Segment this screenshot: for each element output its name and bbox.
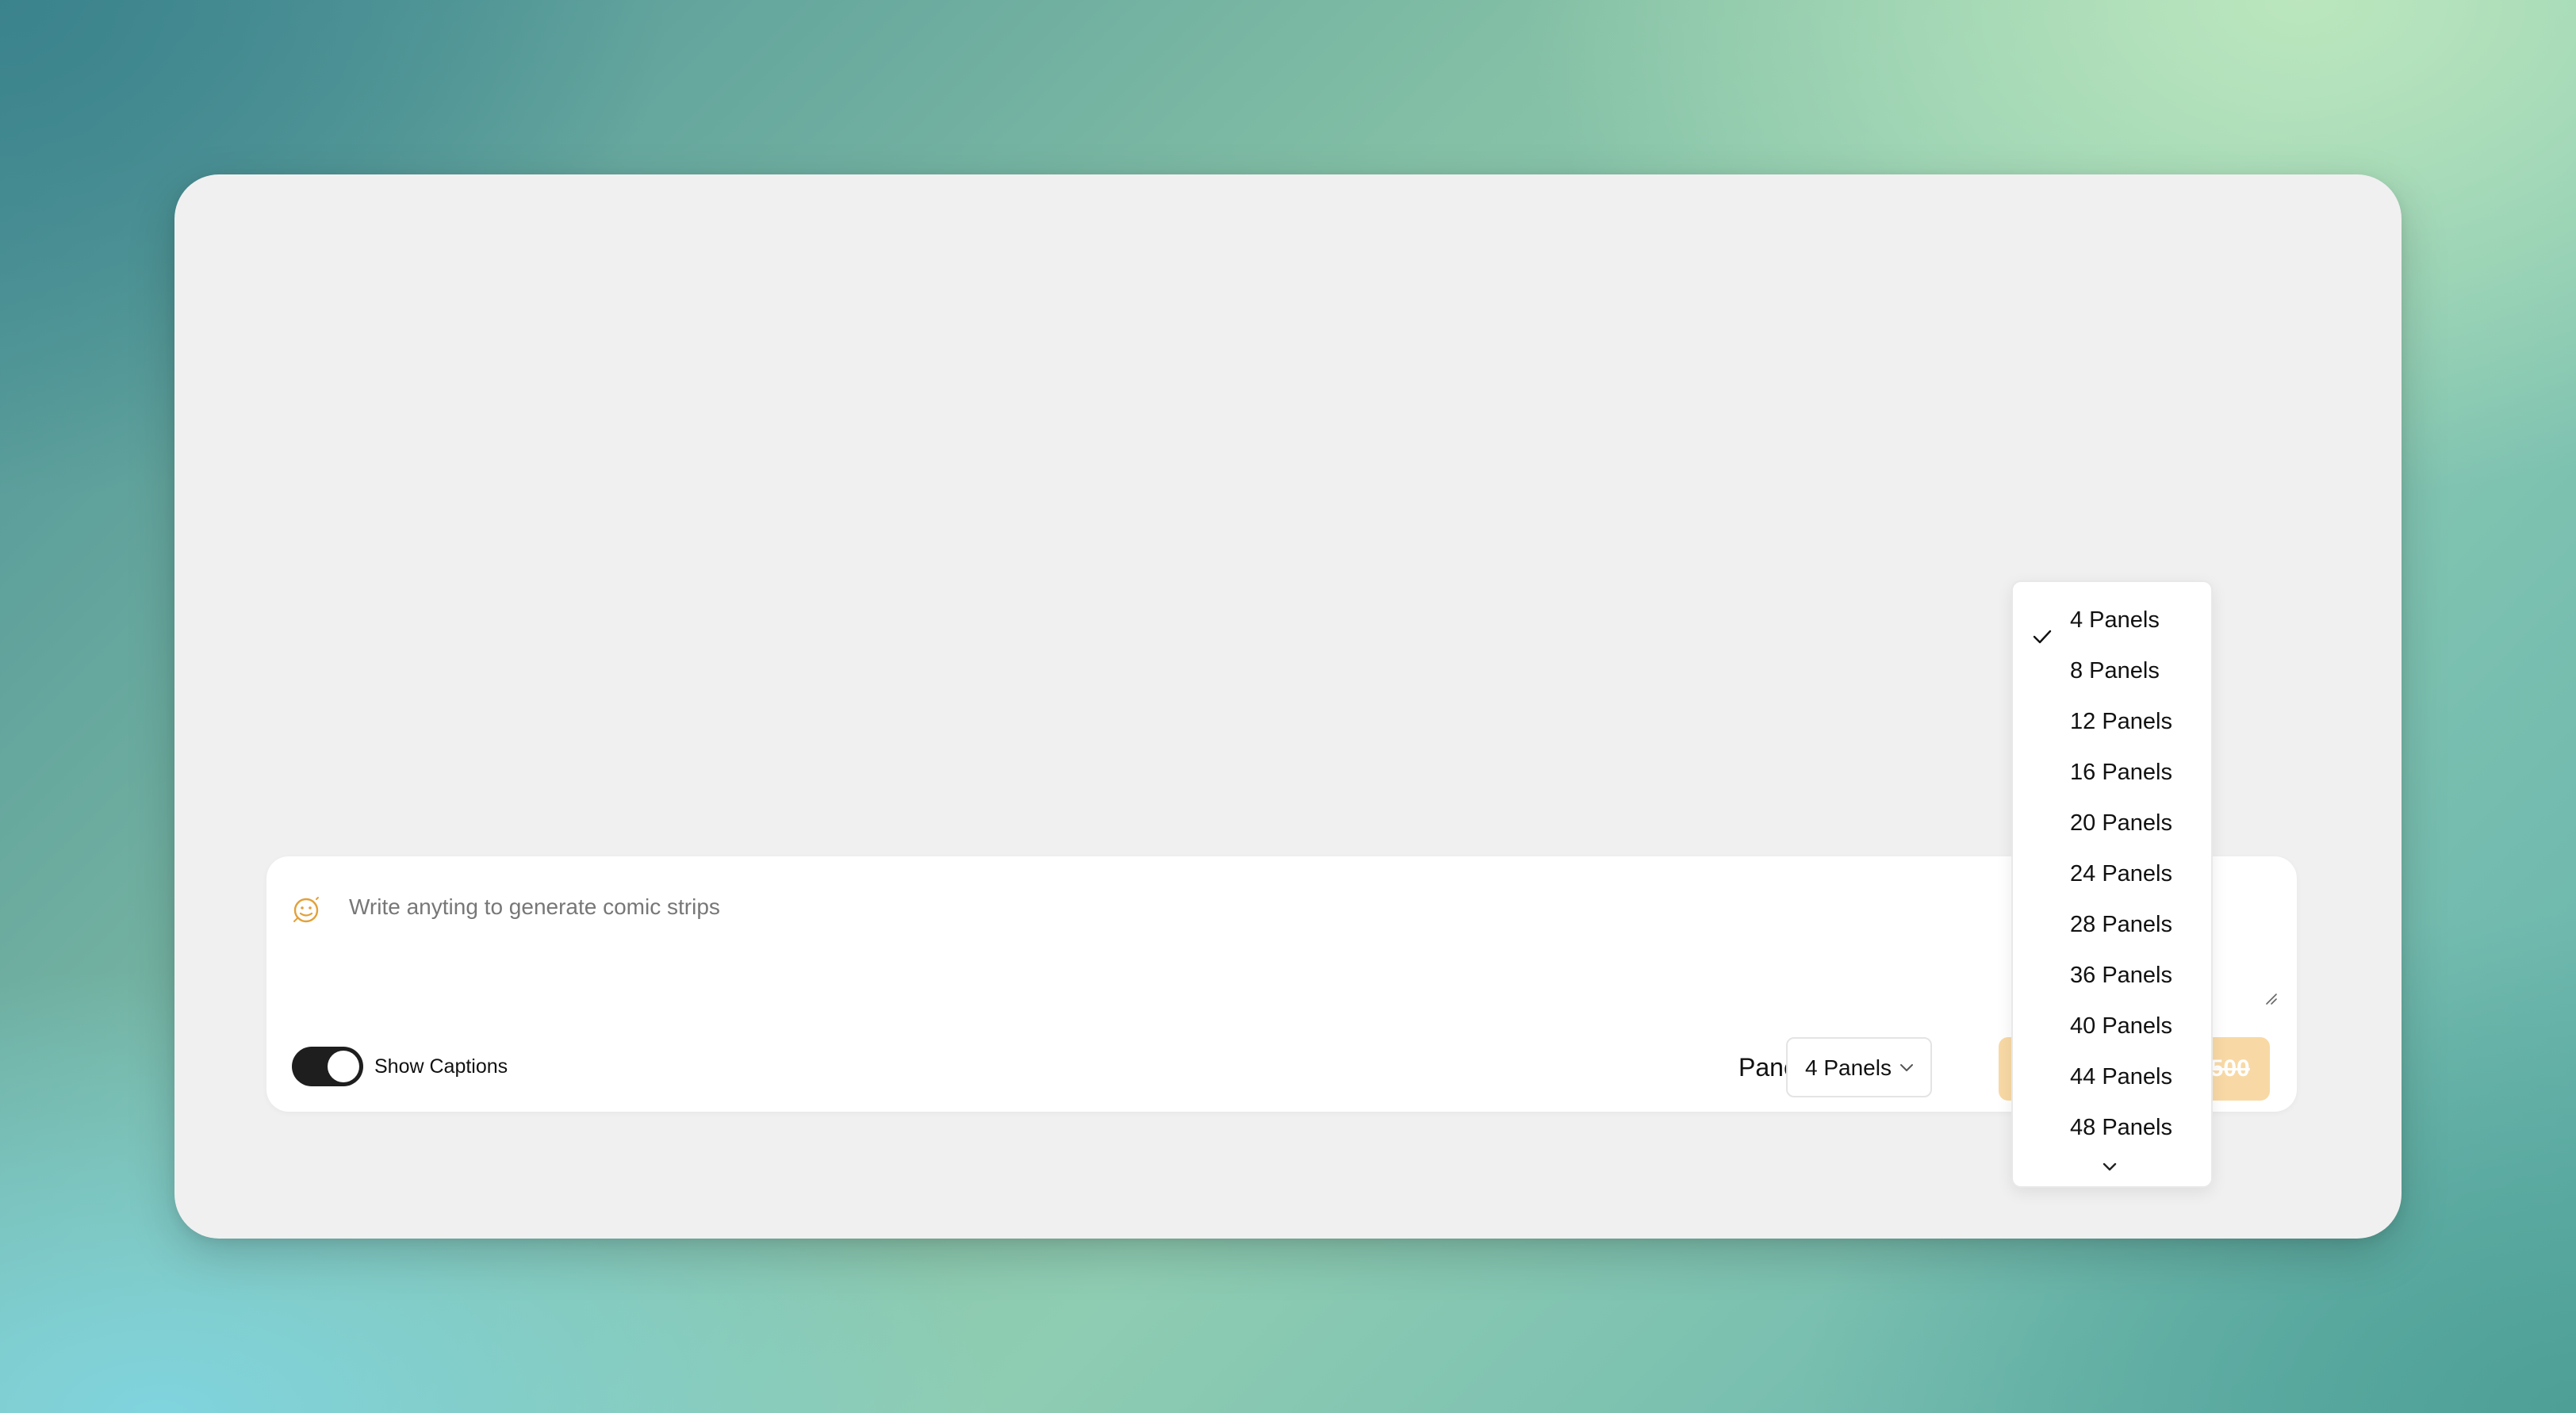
- check-icon: [2032, 612, 2053, 644]
- panels-option-48[interactable]: 48 Panels: [2013, 1102, 2211, 1153]
- prompt-input[interactable]: [349, 891, 2213, 994]
- panels-option-label: 8 Panels: [2070, 658, 2160, 684]
- resize-handle-icon[interactable]: [2262, 990, 2278, 1005]
- prompt-composer: Show Captions Panels: 4 Panels Go: [266, 856, 2297, 1112]
- app-window: Show Captions Panels: 4 Panels Go: [174, 174, 2402, 1239]
- chevron-down-icon: [1899, 1063, 1915, 1074]
- panels-option-label: 20 Panels: [2070, 810, 2172, 836]
- panels-option-label: 4 Panels: [2070, 607, 2160, 633]
- panels-option-label: 36 Panels: [2070, 963, 2172, 988]
- panels-option-label: 48 Panels: [2070, 1115, 2172, 1140]
- panels-option-28[interactable]: 28 Panels: [2013, 899, 2211, 950]
- panels-option-label: 40 Panels: [2070, 1013, 2172, 1039]
- panels-option-label: 28 Panels: [2070, 912, 2172, 937]
- panels-option-36[interactable]: 36 Panels: [2013, 950, 2211, 1001]
- show-captions-label: Show Captions: [374, 1055, 508, 1078]
- panels-option-4[interactable]: 4 Panels: [2013, 595, 2211, 645]
- panels-option-40[interactable]: 40 Panels: [2013, 1001, 2211, 1051]
- panels-option-label: 16 Panels: [2070, 760, 2172, 785]
- panels-option-label: 12 Panels: [2070, 709, 2172, 734]
- panels-option-20[interactable]: 20 Panels: [2013, 798, 2211, 848]
- panels-option-label: 24 Panels: [2070, 861, 2172, 886]
- panels-select-value: 4 Panels: [1805, 1055, 1892, 1080]
- panels-select[interactable]: 4 Panels: [1786, 1037, 1932, 1097]
- show-captions-toggle[interactable]: [292, 1047, 363, 1086]
- panels-option-list: 4 Panels 8 Panels 12 Panels 16 Panels 20…: [2013, 582, 2211, 1153]
- panels-dropdown-menu: 4 Panels 8 Panels 12 Panels 16 Panels 20…: [2011, 580, 2213, 1188]
- scroll-down-chevron-icon[interactable]: [2100, 1161, 2119, 1174]
- panels-option-8[interactable]: 8 Panels: [2013, 645, 2211, 696]
- panels-option-16[interactable]: 16 Panels: [2013, 747, 2211, 798]
- panels-option-12[interactable]: 12 Panels: [2013, 696, 2211, 747]
- comic-face-icon: [290, 894, 322, 926]
- panels-option-label: 44 Panels: [2070, 1064, 2172, 1089]
- panels-option-24[interactable]: 24 Panels: [2013, 848, 2211, 899]
- toggle-knob: [328, 1051, 359, 1082]
- panels-option-44[interactable]: 44 Panels: [2013, 1051, 2211, 1102]
